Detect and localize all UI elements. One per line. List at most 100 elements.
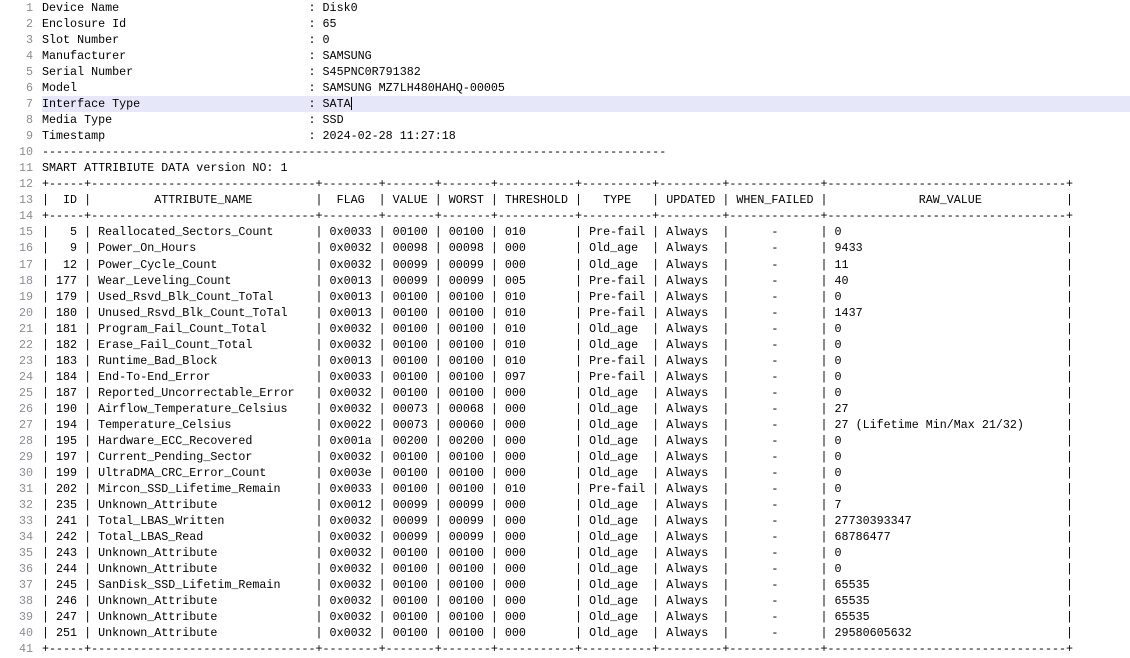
line-number: 3 xyxy=(0,32,42,48)
line-number: 20 xyxy=(0,305,42,321)
line-text: | 194 | Temperature_Celsius | 0x0022 | 0… xyxy=(42,417,1130,433)
line-text: | ID | ATTRIBUTE_NAME | FLAG | VALUE | W… xyxy=(42,192,1130,208)
editor-line[interactable]: 35| 243 | Unknown_Attribute | 0x0032 | 0… xyxy=(0,545,1130,561)
line-number: 9 xyxy=(0,128,42,144)
line-number: 32 xyxy=(0,497,42,513)
editor-line[interactable]: 39| 247 | Unknown_Attribute | 0x0032 | 0… xyxy=(0,609,1130,625)
editor-line[interactable]: 22| 182 | Erase_Fail_Count_Total | 0x003… xyxy=(0,337,1130,353)
line-text: | 243 | Unknown_Attribute | 0x0032 | 001… xyxy=(42,545,1130,561)
line-text: | 182 | Erase_Fail_Count_Total | 0x0032 … xyxy=(42,337,1130,353)
editor-line[interactable]: 13| ID | ATTRIBUTE_NAME | FLAG | VALUE |… xyxy=(0,192,1130,208)
editor-line[interactable]: 9Timestamp : 2024-02-28 11:27:18 xyxy=(0,128,1130,144)
editor-line[interactable]: 15| 5 | Reallocated_Sectors_Count | 0x00… xyxy=(0,224,1130,240)
line-number: 21 xyxy=(0,321,42,337)
line-text: +-----+--------------------------------+… xyxy=(42,176,1130,192)
editor-line[interactable]: 38| 246 | Unknown_Attribute | 0x0032 | 0… xyxy=(0,593,1130,609)
line-text: | 187 | Reported_Uncorrectable_Error | 0… xyxy=(42,385,1130,401)
editor-line[interactable]: 34| 242 | Total_LBAS_Read | 0x0032 | 000… xyxy=(0,529,1130,545)
line-text: Media Type : SSD xyxy=(42,112,1130,128)
line-text: | 244 | Unknown_Attribute | 0x0032 | 001… xyxy=(42,561,1130,577)
line-number: 40 xyxy=(0,625,42,641)
editor-line[interactable]: 27| 194 | Temperature_Celsius | 0x0022 |… xyxy=(0,417,1130,433)
line-text: | 9 | Power_On_Hours | 0x0032 | 00098 | … xyxy=(42,240,1130,256)
editor-line[interactable]: 21| 181 | Program_Fail_Count_Total | 0x0… xyxy=(0,321,1130,337)
editor-line[interactable]: 32| 235 | Unknown_Attribute | 0x0012 | 0… xyxy=(0,497,1130,513)
line-text: SMART ATTRIBIUTE DATA version NO: 1 xyxy=(42,160,1130,176)
editor-line[interactable]: 33| 241 | Total_LBAS_Written | 0x0032 | … xyxy=(0,513,1130,529)
editor-line[interactable]: 8Media Type : SSD xyxy=(0,112,1130,128)
text-caret xyxy=(351,97,353,110)
editor-line[interactable]: 40| 251 | Unknown_Attribute | 0x0032 | 0… xyxy=(0,625,1130,641)
line-number: 30 xyxy=(0,465,42,481)
line-text: +-----+--------------------------------+… xyxy=(42,208,1130,224)
line-number: 18 xyxy=(0,273,42,289)
editor-line[interactable]: 6Model : SAMSUNG MZ7LH480HAHQ-00005 xyxy=(0,80,1130,96)
editor-line[interactable]: 12+-----+-------------------------------… xyxy=(0,176,1130,192)
line-number: 33 xyxy=(0,513,42,529)
line-number: 6 xyxy=(0,80,42,96)
line-number: 7 xyxy=(0,96,42,112)
line-text: Manufacturer : SAMSUNG xyxy=(42,48,1130,64)
line-number: 10 xyxy=(0,144,42,160)
editor-line[interactable]: 37| 245 | SanDisk_SSD_Lifetim_Remain | 0… xyxy=(0,577,1130,593)
editor-line[interactable]: 17| 12 | Power_Cycle_Count | 0x0032 | 00… xyxy=(0,257,1130,273)
line-number: 23 xyxy=(0,353,42,369)
editor-line[interactable]: 10--------------------------------------… xyxy=(0,144,1130,160)
line-number: 12 xyxy=(0,176,42,192)
editor-line[interactable]: 2Enclosure Id : 65 xyxy=(0,16,1130,32)
editor-line[interactable]: 18| 177 | Wear_Leveling_Count | 0x0013 |… xyxy=(0,273,1130,289)
editor-line[interactable]: 14+-----+-------------------------------… xyxy=(0,208,1130,224)
line-number: 16 xyxy=(0,240,42,256)
editor-line[interactable]: 41+-----+-------------------------------… xyxy=(0,641,1130,657)
line-text: | 199 | UltraDMA_CRC_Error_Count | 0x003… xyxy=(42,465,1130,481)
line-text: +-----+--------------------------------+… xyxy=(42,641,1130,657)
line-number: 36 xyxy=(0,561,42,577)
line-text: Serial Number : S45PNC0R791382 xyxy=(42,64,1130,80)
line-number: 25 xyxy=(0,385,42,401)
line-number: 31 xyxy=(0,481,42,497)
line-number: 29 xyxy=(0,449,42,465)
line-text: | 177 | Wear_Leveling_Count | 0x0013 | 0… xyxy=(42,273,1130,289)
line-number: 5 xyxy=(0,64,42,80)
editor-line[interactable]: 30| 199 | UltraDMA_CRC_Error_Count | 0x0… xyxy=(0,465,1130,481)
editor-line[interactable]: 25| 187 | Reported_Uncorrectable_Error |… xyxy=(0,385,1130,401)
line-number: 4 xyxy=(0,48,42,64)
line-text: Slot Number : 0 xyxy=(42,32,1130,48)
line-text: | 202 | Mircon_SSD_Lifetime_Remain | 0x0… xyxy=(42,481,1130,497)
line-number: 35 xyxy=(0,545,42,561)
line-number: 2 xyxy=(0,16,42,32)
editor-line[interactable]: 1Device Name : Disk0 xyxy=(0,0,1130,16)
line-text: | 5 | Reallocated_Sectors_Count | 0x0033… xyxy=(42,224,1130,240)
line-text: | 190 | Airflow_Temperature_Celsius | 0x… xyxy=(42,401,1130,417)
line-text: | 246 | Unknown_Attribute | 0x0032 | 001… xyxy=(42,593,1130,609)
editor-line[interactable]: 36| 244 | Unknown_Attribute | 0x0032 | 0… xyxy=(0,561,1130,577)
line-number: 8 xyxy=(0,112,42,128)
current-line[interactable]: 7Interface Type : SATA xyxy=(0,96,1130,112)
line-text: | 242 | Total_LBAS_Read | 0x0032 | 00099… xyxy=(42,529,1130,545)
line-number: 28 xyxy=(0,433,42,449)
editor-line[interactable]: 16| 9 | Power_On_Hours | 0x0032 | 00098 … xyxy=(0,240,1130,256)
line-text: Interface Type : SATA xyxy=(42,96,1130,112)
line-text: | 197 | Current_Pending_Sector | 0x0032 … xyxy=(42,449,1130,465)
line-number: 11 xyxy=(0,160,42,176)
editor-line[interactable]: 3Slot Number : 0 xyxy=(0,32,1130,48)
line-text: Enclosure Id : 65 xyxy=(42,16,1130,32)
line-number: 14 xyxy=(0,208,42,224)
editor-line[interactable]: 20| 180 | Unused_Rsvd_Blk_Count_ToTal | … xyxy=(0,305,1130,321)
line-number: 13 xyxy=(0,192,42,208)
text-editor[interactable]: 1Device Name : Disk02Enclosure Id : 653S… xyxy=(0,0,1130,658)
editor-line[interactable]: 4Manufacturer : SAMSUNG xyxy=(0,48,1130,64)
editor-line[interactable]: 31| 202 | Mircon_SSD_Lifetime_Remain | 0… xyxy=(0,481,1130,497)
line-text: Timestamp : 2024-02-28 11:27:18 xyxy=(42,128,1130,144)
editor-line[interactable]: 29| 197 | Current_Pending_Sector | 0x003… xyxy=(0,449,1130,465)
editor-line[interactable]: 23| 183 | Runtime_Bad_Block | 0x0013 | 0… xyxy=(0,353,1130,369)
editor-line[interactable]: 19| 179 | Used_Rsvd_Blk_Count_ToTal | 0x… xyxy=(0,289,1130,305)
editor-line[interactable]: 28| 195 | Hardware_ECC_Recovered | 0x001… xyxy=(0,433,1130,449)
line-text: | 180 | Unused_Rsvd_Blk_Count_ToTal | 0x… xyxy=(42,305,1130,321)
editor-line[interactable]: 5Serial Number : S45PNC0R791382 xyxy=(0,64,1130,80)
line-text: | 245 | SanDisk_SSD_Lifetim_Remain | 0x0… xyxy=(42,577,1130,593)
line-number: 27 xyxy=(0,417,42,433)
editor-line[interactable]: 24| 184 | End-To-End_Error | 0x0033 | 00… xyxy=(0,369,1130,385)
editor-line[interactable]: 11SMART ATTRIBIUTE DATA version NO: 1 xyxy=(0,160,1130,176)
editor-line[interactable]: 26| 190 | Airflow_Temperature_Celsius | … xyxy=(0,401,1130,417)
